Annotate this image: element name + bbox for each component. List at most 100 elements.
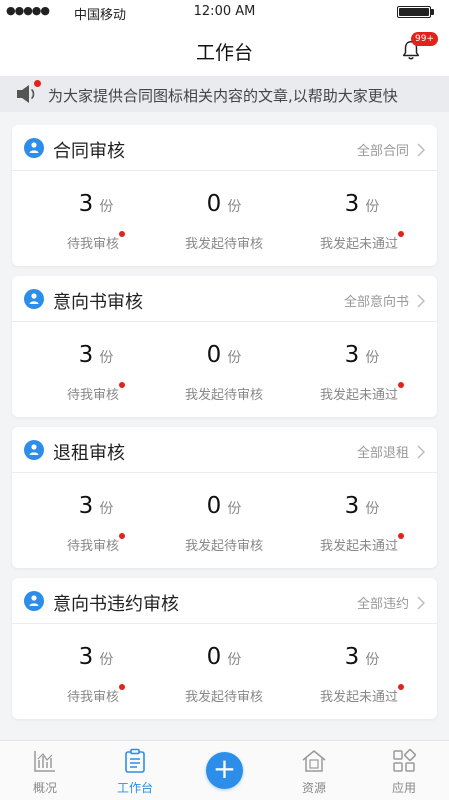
stat-value: 0 (206, 342, 222, 368)
tab-label: 资源 (301, 781, 326, 795)
battery-tip (431, 9, 434, 15)
person-icon (24, 591, 44, 611)
stat-unit: 份 (227, 652, 242, 668)
stat-value: 3 (78, 493, 94, 519)
tab-overview[interactable]: 概况 (5, 741, 85, 800)
notice-text: 为大家提供合同图标相关内容的文章,以帮助大家更快 (48, 87, 398, 105)
status-time: 12:00 AM (193, 4, 256, 19)
stat-value: 3 (344, 493, 360, 519)
unread-dot (119, 382, 125, 388)
stat-item[interactable]: 0 份我发起待审核 (154, 322, 294, 417)
tab-label: 概况 (32, 781, 57, 795)
unread-dot (398, 231, 404, 237)
notice-bar[interactable]: 为大家提供合同图标相关内容的文章,以帮助大家更快 (0, 76, 449, 112)
tab-label: 工作台 (116, 781, 153, 795)
stat-item[interactable]: 3 份我发起未通过 (292, 624, 432, 719)
person-icon (24, 440, 44, 460)
tab-bar: 概况 工作台 + 资源 应用 (0, 740, 449, 800)
view-all-label: 全部意向书 (343, 295, 409, 310)
stat-label: 我发起待审核 (184, 690, 263, 705)
tab-apps[interactable]: 应用 (364, 741, 444, 800)
card-title: 意向书审核 (53, 292, 143, 313)
view-all-link[interactable]: 全部合同 (357, 140, 425, 159)
stat-value: 3 (344, 191, 360, 217)
tab-resources[interactable]: 资源 (274, 741, 354, 800)
clipboard-icon (125, 748, 145, 773)
tab-label: 应用 (391, 781, 416, 795)
unread-dot (398, 684, 404, 690)
stat-label: 我发起未通过 (319, 690, 398, 705)
review-card: 意向书审核 全部意向书 3 份待我审核 0 份我发起待审核 3 份我发起未通过 (12, 276, 437, 417)
chevron-right-icon (417, 445, 425, 458)
stat-item[interactable]: 3 份待我审核 (26, 473, 166, 568)
stat-label: 我发起未通过 (319, 237, 398, 252)
stat-value: 3 (344, 342, 360, 368)
stat-value: 3 (78, 342, 94, 368)
stat-value: 3 (344, 644, 360, 670)
stat-item[interactable]: 3 份我发起未通过 (292, 171, 432, 266)
notification-badge: 99+ (411, 32, 438, 46)
stat-unit: 份 (365, 350, 380, 366)
stat-unit: 份 (99, 199, 114, 215)
stat-unit: 份 (365, 501, 380, 517)
stat-item[interactable]: 0 份我发起待审核 (154, 624, 294, 719)
view-all-label: 全部退租 (356, 446, 409, 461)
stat-label: 我发起待审核 (184, 388, 263, 403)
stat-unit: 份 (227, 199, 242, 215)
add-button[interactable]: + (206, 752, 243, 789)
notice-fade (409, 76, 449, 112)
card-header: 退租审核 全部退租 (12, 427, 437, 473)
stat-item[interactable]: 3 份我发起未通过 (292, 322, 432, 417)
card-header: 合同审核 全部合同 (12, 125, 437, 171)
stat-label: 我发起未通过 (319, 388, 398, 403)
unread-dot (398, 533, 404, 539)
card-title: 合同审核 (53, 141, 125, 162)
speaker-icon (17, 85, 35, 103)
chevron-right-icon (417, 143, 425, 156)
person-icon (24, 138, 44, 158)
status-bar: ●●●●● 中国移动 12:00 AM (0, 0, 449, 24)
stat-item[interactable]: 0 份我发起待审核 (154, 473, 294, 568)
stat-unit: 份 (99, 501, 114, 517)
person-icon (24, 289, 44, 309)
unread-dot (119, 684, 125, 690)
stat-unit: 份 (227, 350, 242, 366)
chart-icon (34, 751, 55, 772)
stat-value: 0 (206, 644, 222, 670)
stat-label: 我发起待审核 (184, 237, 263, 252)
stat-value: 3 (78, 644, 94, 670)
notice-unread-dot (34, 80, 41, 87)
house-icon (302, 750, 326, 772)
page-title: 工作台 (195, 42, 253, 64)
stat-label: 待我审核 (66, 388, 119, 403)
card-title: 意向书违约审核 (53, 594, 179, 615)
stat-label: 待我审核 (66, 539, 119, 554)
stat-unit: 份 (99, 350, 114, 366)
stat-unit: 份 (365, 652, 380, 668)
stat-value: 0 (206, 191, 222, 217)
stat-item[interactable]: 3 份待我审核 (26, 171, 166, 266)
card-header: 意向书违约审核 全部违约 (12, 578, 437, 624)
grid-icon (393, 749, 416, 772)
stat-unit: 份 (227, 501, 242, 517)
tab-workbench[interactable]: 工作台 (95, 741, 175, 800)
stat-label: 我发起未通过 (319, 539, 398, 554)
stat-label: 我发起待审核 (184, 539, 263, 554)
view-all-link[interactable]: 全部退租 (357, 442, 425, 461)
view-all-link[interactable]: 全部违约 (357, 593, 425, 612)
stat-value: 0 (206, 493, 222, 519)
unread-dot (398, 382, 404, 388)
card-header: 意向书审核 全部意向书 (12, 276, 437, 322)
stat-item[interactable]: 3 份我发起未通过 (292, 473, 432, 568)
review-card: 意向书违约审核 全部违约 3 份待我审核 0 份我发起待审核 3 份我发起未通过 (12, 578, 437, 719)
unread-dot (119, 533, 125, 539)
battery-icon (397, 6, 431, 18)
stat-item[interactable]: 3 份待我审核 (26, 322, 166, 417)
view-all-label: 全部违约 (356, 597, 409, 612)
review-card: 合同审核 全部合同 3 份待我审核 0 份我发起待审核 3 份我发起未通过 (12, 125, 437, 266)
stat-item[interactable]: 3 份待我审核 (26, 624, 166, 719)
view-all-link[interactable]: 全部意向书 (344, 291, 425, 310)
chevron-right-icon (417, 596, 425, 609)
review-card: 退租审核 全部退租 3 份待我审核 0 份我发起待审核 3 份我发起未通过 (12, 427, 437, 568)
stat-item[interactable]: 0 份我发起待审核 (154, 171, 294, 266)
